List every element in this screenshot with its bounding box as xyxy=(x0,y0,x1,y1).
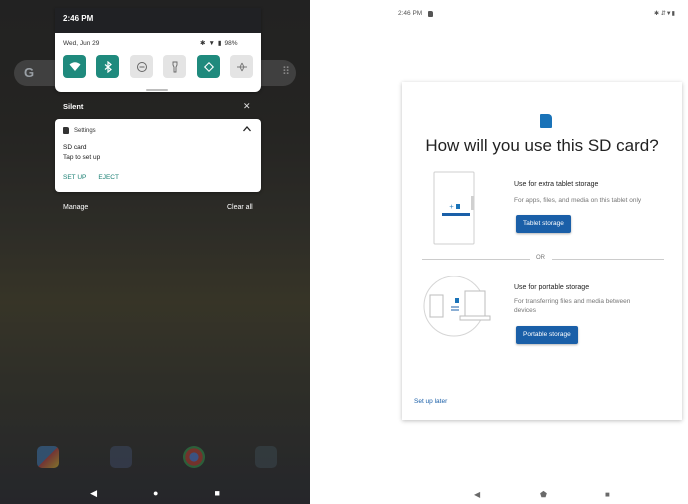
notification-actions: SET UP EJECT xyxy=(63,174,119,181)
play-store-app-icon[interactable] xyxy=(255,446,277,468)
app-folder-icon[interactable] xyxy=(37,446,59,468)
tablet-storage-illustration: + xyxy=(433,171,475,245)
bluetooth-status-icon: ✱ xyxy=(200,40,206,47)
flashlight-tile[interactable] xyxy=(163,55,186,78)
sd-card-icon xyxy=(540,114,552,128)
flashlight-icon xyxy=(172,61,177,72)
back-icon[interactable]: ◀ xyxy=(474,490,480,500)
status-icons: ✱ ⇵▼▮ xyxy=(654,11,675,17)
or-label: OR xyxy=(536,255,545,261)
quick-settings-handle[interactable] xyxy=(146,89,168,91)
battery-percent: 98% xyxy=(224,39,238,47)
battery-icon: ▮ xyxy=(217,40,222,47)
airplane-mode-icon xyxy=(236,62,247,71)
page-title: How will you use this SD card? xyxy=(425,136,659,155)
sd-card-status-icon xyxy=(428,10,434,17)
status-bar-right: 2:46 PM xyxy=(398,10,434,17)
do-not-disturb-icon xyxy=(136,61,147,72)
auto-rotate-icon xyxy=(203,61,214,72)
bluetooth-icon xyxy=(104,60,112,73)
portable-option-description: For transferring files and media between… xyxy=(514,298,631,314)
navigation-bar-right: ◀ ⬟ ■ xyxy=(474,490,614,500)
portable-storage-button[interactable]: Portable storage xyxy=(516,326,578,344)
portable-storage-illustration xyxy=(423,276,491,337)
set-up-later-link[interactable]: Set up later xyxy=(414,398,447,405)
close-icon[interactable]: ✕ xyxy=(243,101,251,111)
quick-settings-date[interactable]: Wed, Jun 29 xyxy=(63,40,99,47)
recents-icon[interactable]: ■ xyxy=(605,490,610,500)
notification-app-name: Settings xyxy=(74,127,96,134)
tablet-storage-button[interactable]: Tablet storage xyxy=(516,215,571,233)
notification-title: SD card xyxy=(63,144,87,151)
notification-shade: G ⠿ 2:46 PM Wed, Jun 29 ✱ ▼ ▮ 98% Silent… xyxy=(0,0,310,504)
airplane-mode-tile[interactable] xyxy=(230,55,253,78)
quick-tiles xyxy=(63,55,253,79)
tablet-option-description: For apps, files, and media on this table… xyxy=(514,197,642,204)
tablet-option-title: Use for extra tablet storage xyxy=(514,181,599,188)
eject-button[interactable]: EJECT xyxy=(98,174,119,181)
wifi-icon xyxy=(69,61,80,71)
auto-rotate-tile[interactable] xyxy=(197,55,220,78)
set-up-button[interactable]: SET UP xyxy=(63,174,86,181)
apps-grid-icon: ⠿ xyxy=(281,66,291,78)
svg-text:+: + xyxy=(449,204,454,211)
back-icon[interactable]: ◀ xyxy=(90,488,97,498)
bluetooth-tile[interactable] xyxy=(96,55,119,78)
quick-settings-status: ✱ ▼ ▮ 98% xyxy=(200,39,238,48)
chevron-up-icon[interactable] xyxy=(242,124,252,134)
portable-option-title: Use for portable storage xyxy=(514,284,590,291)
divider-right xyxy=(552,259,664,260)
home-icon[interactable]: ⬟ xyxy=(540,490,547,500)
chrome-app-icon[interactable] xyxy=(183,446,205,468)
clear-all-button[interactable]: Clear all xyxy=(227,204,253,211)
sd-card-notification[interactable]: Settings SD card Tap to set up SET UP EJ… xyxy=(55,119,261,192)
do-not-disturb-tile[interactable] xyxy=(130,55,153,78)
status-time: 2:46 PM xyxy=(398,10,423,17)
status-time: 2:46 PM xyxy=(63,14,94,23)
notification-header: Settings xyxy=(63,127,96,134)
sd-setup-card: How will you use this SD card? + Use for… xyxy=(402,82,682,420)
wifi-status-icon: ▼ xyxy=(208,39,215,47)
sd-card-icon xyxy=(63,127,69,134)
navigation-bar: ◀ ● ■ xyxy=(0,482,310,504)
wifi-tile[interactable] xyxy=(63,55,86,78)
notification-text: Tap to set up xyxy=(63,154,101,161)
silent-section-label: Silent xyxy=(63,102,84,111)
divider-left xyxy=(422,259,530,260)
messages-app-icon[interactable] xyxy=(110,446,132,468)
home-icon[interactable]: ● xyxy=(153,488,158,498)
recents-icon[interactable]: ■ xyxy=(214,488,219,498)
manage-button[interactable]: Manage xyxy=(63,204,88,211)
google-g-icon: G xyxy=(23,65,35,80)
